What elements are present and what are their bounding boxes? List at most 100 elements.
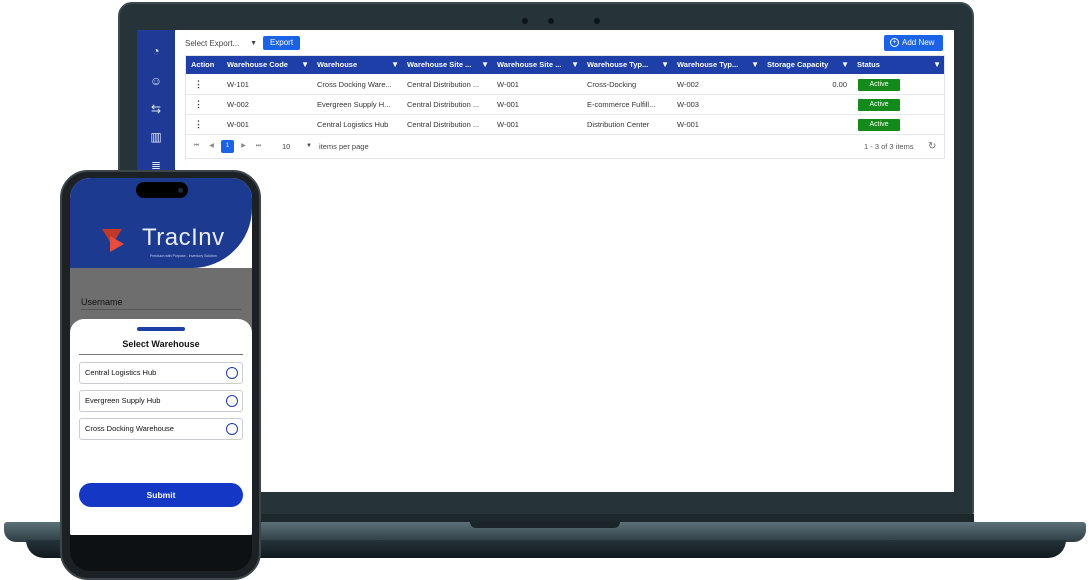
warehouse-option[interactable]: Cross Docking Warehouse <box>79 418 243 440</box>
cell-type-code: W-001 <box>677 120 699 129</box>
filter-icon[interactable]: ▼ <box>391 56 399 74</box>
camera-icon <box>548 18 554 24</box>
column-label: Storage Capacity <box>767 60 829 69</box>
table-row: ⋮ W-101 Cross Docking Ware... Central Di… <box>186 75 944 95</box>
cell-type-name: E-commerce Fulfill... <box>587 100 656 109</box>
column-label: Warehouse <box>317 60 358 69</box>
column-label: Warehouse Typ... <box>677 60 739 69</box>
cell-site-code: W-001 <box>497 80 519 89</box>
column-header-type-code[interactable]: Warehouse Typ... ▼ <box>672 56 762 74</box>
page-size-value: 10 <box>282 142 291 151</box>
row-actions-icon[interactable]: ⋮ <box>186 115 222 135</box>
option-label: Evergreen Supply Hub <box>85 396 161 405</box>
warehouse-option[interactable]: Evergreen Supply Hub <box>79 390 243 412</box>
cell-site-code: W-001 <box>497 120 519 129</box>
cell-type-name: Cross-Docking <box>587 80 637 89</box>
filter-icon[interactable]: ▼ <box>751 56 759 74</box>
username-field <box>81 309 241 310</box>
warehouse-grid: Action Warehouse Code ▼ Warehouse ▼ Wareho… <box>185 55 945 159</box>
cell-site-code: W-001 <box>497 100 519 109</box>
cell-type-code: W-003 <box>677 100 699 109</box>
plus-icon: + <box>890 38 899 47</box>
add-new-button[interactable]: + Add New <box>884 35 943 51</box>
filter-icon[interactable]: ▼ <box>661 56 669 74</box>
chevron-down-icon: ▼ <box>250 40 257 47</box>
filter-icon[interactable]: ▼ <box>481 56 489 74</box>
items-per-page-label: items per page <box>319 142 369 151</box>
phone-chin <box>70 535 252 571</box>
page-size-select[interactable]: 10 ▼ <box>282 140 312 153</box>
refresh-icon[interactable]: ↻ <box>928 140 936 153</box>
filter-icon[interactable]: ▼ <box>841 56 849 74</box>
cell-storage-capacity: 0.00 <box>832 80 847 89</box>
filter-icon[interactable]: ▼ <box>301 56 309 74</box>
transfer-icon[interactable]: ⇆ <box>147 100 165 118</box>
mobile-app-screen: TracInv Precision with Purpose - Invento… <box>70 178 252 535</box>
pager-info: 1 - 3 of 3 items <box>864 142 914 151</box>
cell-warehouse-code: W-002 <box>227 100 249 109</box>
cell-site-name: Central Distribution ... <box>407 100 480 109</box>
row-actions-icon[interactable]: ⋮ <box>186 95 222 115</box>
user-circle-icon[interactable]: ☺ <box>147 72 165 90</box>
warehouse-bottom-sheet: Select Warehouse Central Logistics Hub E… <box>70 319 252 535</box>
cell-storage-capacity <box>762 95 852 115</box>
column-label: Action <box>191 60 215 69</box>
last-page-icon[interactable]: ⏭ <box>252 140 265 153</box>
cell-warehouse-code: W-001 <box>227 120 249 129</box>
column-label: Warehouse Site ... <box>407 60 472 69</box>
page-button[interactable]: 1 <box>221 140 234 153</box>
status-badge: Active <box>858 119 900 131</box>
username-label: Username <box>81 297 123 307</box>
cell-warehouse: Central Logistics Hub <box>317 120 389 129</box>
grid-header: Action Warehouse Code ▼ Warehouse ▼ Wareho… <box>186 56 944 74</box>
filter-icon[interactable]: ▼ <box>571 56 579 74</box>
add-new-label: Add New <box>902 38 935 47</box>
cell-warehouse: Evergreen Supply H... <box>317 100 391 109</box>
cell-site-name: Central Distribution ... <box>407 120 480 129</box>
option-label: Cross Docking Warehouse <box>85 424 174 433</box>
cell-type-code: W-002 <box>677 80 699 89</box>
export-format-select[interactable]: Select Export... ▼ <box>185 36 259 51</box>
column-header-site-name[interactable]: Warehouse Site ... ▼ <box>402 56 492 74</box>
table-row: ⋮ W-001 Central Logistics Hub Central Di… <box>186 115 944 135</box>
radio-button[interactable] <box>226 423 238 435</box>
cell-storage-capacity <box>762 115 852 135</box>
logo-icon <box>110 236 124 252</box>
export-format-label: Select Export... <box>185 39 240 48</box>
divider <box>79 354 243 355</box>
column-header-warehouse-code[interactable]: Warehouse Code ▼ <box>222 56 312 74</box>
first-page-icon[interactable]: ⏮ <box>190 140 203 153</box>
filter-icon[interactable]: ▼ <box>933 56 941 74</box>
column-header-site-code[interactable]: Warehouse Site ... ▼ <box>492 56 582 74</box>
row-actions-icon[interactable]: ⋮ <box>186 75 222 95</box>
cell-site-name: Central Distribution ... <box>407 80 480 89</box>
radio-button[interactable] <box>226 367 238 379</box>
device-mockup: ◔ ☺ ⇆ ▥ ≣ Select Export... ▼ Export + Ad… <box>0 0 1090 580</box>
warehouse-option[interactable]: Central Logistics Hub <box>79 362 243 384</box>
column-label: Warehouse Site ... <box>497 60 562 69</box>
next-page-icon[interactable]: ▶ <box>237 140 250 153</box>
sheet-title: Select Warehouse <box>122 339 200 349</box>
column-header-storage-capacity[interactable]: Storage Capacity ▼ <box>762 56 852 74</box>
brand-name: TracInv <box>142 224 225 251</box>
radio-button[interactable] <box>226 395 238 407</box>
sensor-dot <box>522 18 528 24</box>
sensor-dot <box>594 18 600 24</box>
column-header-status[interactable]: Status ▼ <box>852 56 944 74</box>
column-header-type-name[interactable]: Warehouse Typ... ▼ <box>582 56 672 74</box>
laptop-notch <box>470 522 620 528</box>
chevron-down-icon: ▼ <box>306 143 312 149</box>
column-header-warehouse[interactable]: Warehouse ▼ <box>312 56 402 74</box>
submit-button[interactable]: Submit <box>79 483 243 507</box>
sheet-grabber[interactable] <box>137 327 185 331</box>
dashboard-icon[interactable]: ◔ <box>147 42 165 60</box>
cell-warehouse: Cross Docking Ware... <box>317 80 392 89</box>
status-badge: Active <box>858 99 900 111</box>
pager: ⏮ ◀ 1 ▶ ⏭ 10 ▼ items per page 1 - 3 of 3… <box>186 135 944 159</box>
status-badge: Active <box>858 79 900 91</box>
barcode-icon[interactable]: ▥ <box>147 128 165 146</box>
column-header-action: Action <box>186 56 222 74</box>
column-label: Warehouse Code <box>227 60 288 69</box>
export-button[interactable]: Export <box>263 36 300 50</box>
prev-page-icon[interactable]: ◀ <box>205 140 218 153</box>
